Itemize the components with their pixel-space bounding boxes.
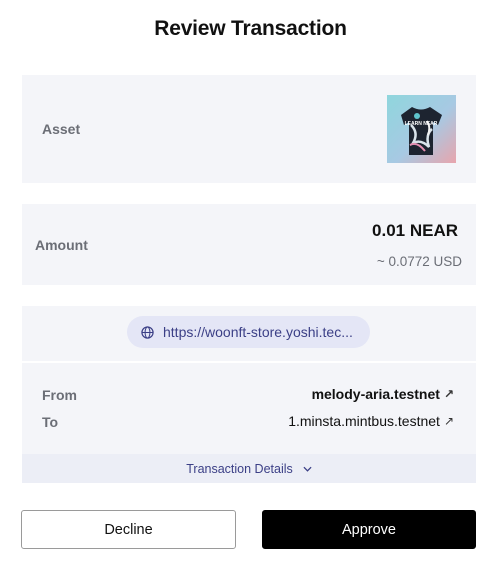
external-link-icon: ↗ [443,414,454,428]
page-title: Review Transaction [154,17,347,40]
to-account-link[interactable]: 1.minsta.mintbus.testnet ↗ [288,413,454,429]
globe-icon [141,325,154,339]
chevron-down-icon [303,466,312,472]
to-account: 1.minsta.mintbus.testnet [288,413,440,429]
from-account-link[interactable]: melody-aria.testnet ↗ [312,386,454,402]
from-label: From [42,387,77,403]
to-label: To [42,414,59,430]
tshirt-nft-thumbnail: LEARN NEAR [401,107,442,155]
approve-button[interactable]: Approve [262,510,476,549]
amount-value: 0.01 NEAR [372,221,458,240]
asset-thumbnail: LEARN NEAR [387,95,456,163]
transaction-details-card: https://woonft-store.yoshi.tec... From m… [22,306,476,483]
origin-section: https://woonft-store.yoshi.tec... [22,306,476,359]
external-link-icon: ↗ [443,387,454,401]
asset-label: Asset [42,121,81,137]
origin-url: https://woonft-store.yoshi.tec... [163,324,353,340]
from-account: melody-aria.testnet [311,386,440,402]
transaction-details-toggle[interactable]: Transaction Details [22,454,476,483]
origin-url-pill[interactable]: https://woonft-store.yoshi.tec... [127,316,370,348]
divider [22,361,476,363]
amount-label: Amount [35,237,88,253]
asset-card: Asset LEARN NEAR [22,75,476,183]
transaction-details-label: Transaction Details [186,461,293,476]
decline-button[interactable]: Decline [21,510,236,549]
tshirt-print-text: LEARN NEAR [405,121,438,127]
amount-card: Amount 0.01 NEAR ~ 0.0772 USD [22,204,476,285]
amount-usd-estimate: ~ 0.0772 USD [376,254,462,269]
